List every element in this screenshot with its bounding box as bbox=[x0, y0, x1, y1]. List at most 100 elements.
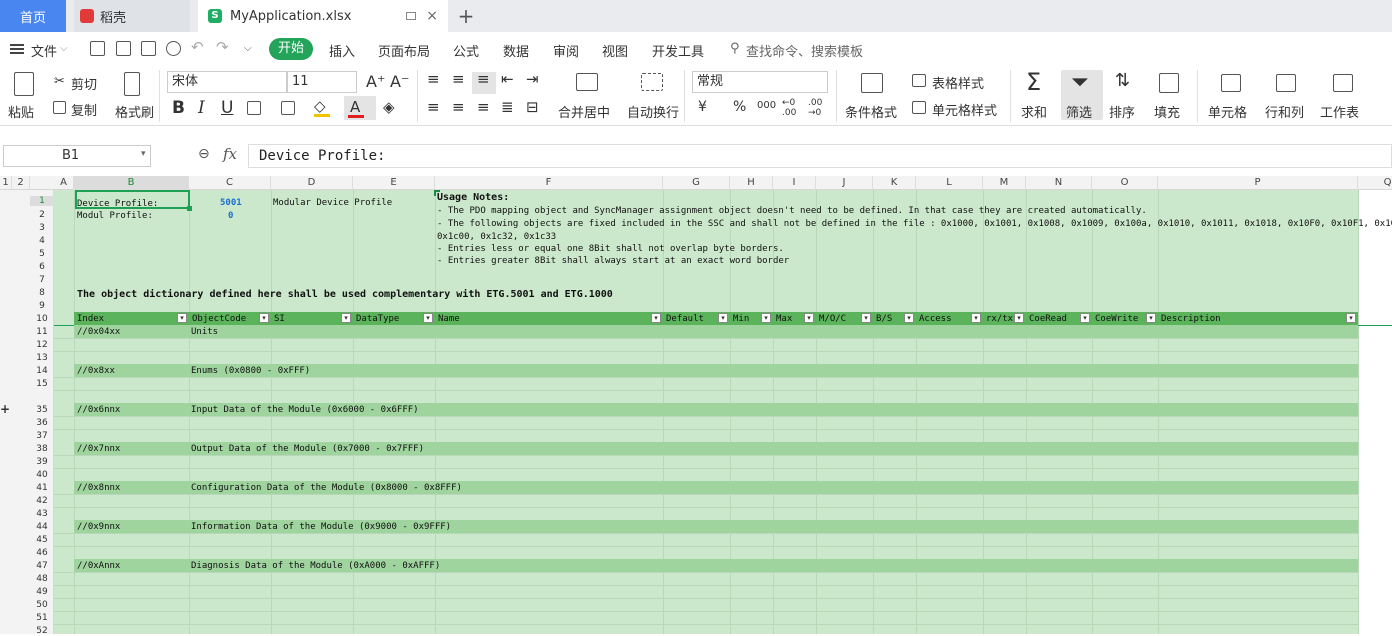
row-header[interactable]: 1 bbox=[30, 196, 54, 206]
quick-access-more-icon[interactable]: ⌵ bbox=[244, 43, 252, 54]
row-header[interactable]: 48 bbox=[30, 574, 54, 584]
sum-icon[interactable]: Σ bbox=[1026, 68, 1041, 96]
font-name-select[interactable]: 宋体 bbox=[167, 71, 287, 93]
sum-button[interactable]: 求和 bbox=[1021, 102, 1047, 121]
section-index[interactable]: //0xAnnx bbox=[77, 561, 120, 571]
row-header[interactable]: 6 bbox=[30, 262, 54, 272]
section-name[interactable]: Output Data of the Module (0x7000 - 0x7F… bbox=[191, 444, 424, 454]
row-header[interactable]: 46 bbox=[30, 548, 54, 558]
row-header[interactable]: 5 bbox=[30, 249, 54, 259]
usage-notes-title[interactable]: Usage Notes: bbox=[437, 192, 509, 203]
align-bottom-icon[interactable]: ≡ bbox=[477, 70, 490, 88]
row-header[interactable]: 39 bbox=[30, 457, 54, 467]
row-header[interactable]: 49 bbox=[30, 587, 54, 597]
sheet-grid[interactable]: Device Profile: 5001 Modular Device Prof… bbox=[54, 190, 1392, 634]
save-icon[interactable] bbox=[90, 41, 105, 56]
row-col-icon[interactable] bbox=[1276, 74, 1296, 92]
align-left-icon[interactable]: ≡ bbox=[427, 98, 440, 116]
merge-center-button[interactable]: 合并居中 bbox=[558, 102, 610, 121]
currency-icon[interactable]: ¥ bbox=[698, 99, 707, 115]
row-header[interactable]: 37 bbox=[30, 431, 54, 441]
number-format-select[interactable]: 常规 bbox=[692, 71, 828, 93]
wrap-text-icon[interactable] bbox=[641, 73, 663, 91]
col-header-l[interactable]: L bbox=[916, 176, 983, 190]
row-header[interactable]: 47 bbox=[30, 561, 54, 571]
paste-button[interactable]: 粘贴 bbox=[8, 102, 34, 121]
filter-dropdown-icon[interactable]: ▾ bbox=[861, 313, 871, 323]
col-header-m[interactable]: M bbox=[983, 176, 1026, 190]
sort-icon[interactable]: ⇅ bbox=[1115, 70, 1130, 91]
col-header-h[interactable]: H bbox=[730, 176, 773, 190]
row-header[interactable]: 45 bbox=[30, 535, 54, 545]
cell-c1[interactable]: 5001 bbox=[220, 198, 242, 208]
row-header[interactable]: 13 bbox=[30, 353, 54, 363]
print-preview-icon[interactable] bbox=[166, 41, 181, 56]
undo-icon[interactable]: ↶ bbox=[191, 38, 204, 56]
add-tab-button[interactable]: + bbox=[456, 4, 476, 28]
header-access[interactable]: Access bbox=[917, 312, 952, 325]
formula-input[interactable]: Device Profile: bbox=[248, 144, 1392, 168]
filter-dropdown-icon[interactable]: ▾ bbox=[1014, 313, 1024, 323]
worksheet-icon[interactable] bbox=[1333, 74, 1353, 92]
hamburger-icon[interactable] bbox=[10, 44, 24, 54]
table-style-icon[interactable] bbox=[912, 74, 926, 87]
empty-column-q[interactable] bbox=[1359, 190, 1392, 634]
usage-note-line[interactable]: - Entries greater 8Bit shall always star… bbox=[437, 256, 789, 266]
increase-indent-icon[interactable]: ⇥ bbox=[526, 70, 539, 88]
format-painter-button[interactable]: 格式刷 bbox=[115, 102, 154, 121]
row-header[interactable]: 41 bbox=[30, 483, 54, 493]
col-header-e[interactable]: E bbox=[353, 176, 435, 190]
section-name[interactable]: Input Data of the Module (0x6000 - 0x6FF… bbox=[191, 405, 419, 415]
export-icon[interactable] bbox=[116, 41, 131, 56]
row-header[interactable]: 3 bbox=[30, 223, 54, 233]
col-header-n[interactable]: N bbox=[1026, 176, 1092, 190]
usage-note-line[interactable]: 0x1c00, 0x1c32, 0x1c33 bbox=[437, 232, 556, 242]
filter-dropdown-icon[interactable]: ▾ bbox=[423, 313, 433, 323]
clear-format-icon[interactable]: ◈ bbox=[383, 98, 395, 116]
menu-start[interactable]: 开始 bbox=[269, 38, 313, 60]
increase-font-icon[interactable]: A⁺ bbox=[366, 72, 385, 91]
align-center-icon[interactable]: ≡ bbox=[452, 98, 465, 116]
col-header-f[interactable]: F bbox=[435, 176, 663, 190]
menu-data[interactable]: 数据 bbox=[503, 41, 529, 60]
redo-icon[interactable]: ↷ bbox=[216, 38, 229, 56]
justify-icon[interactable]: ≣ bbox=[501, 98, 514, 116]
expand-group-icon[interactable]: + bbox=[0, 402, 10, 416]
conditional-format-button[interactable]: 条件格式 bbox=[845, 102, 897, 121]
header-index[interactable]: Index bbox=[75, 312, 104, 325]
name-box[interactable]: B1 bbox=[3, 145, 151, 167]
font-size-select[interactable]: 11 bbox=[287, 71, 357, 93]
font-color-icon[interactable]: A bbox=[350, 98, 360, 116]
cell-c2[interactable]: 0 bbox=[228, 211, 233, 221]
header-min[interactable]: Min bbox=[731, 312, 749, 325]
row-header[interactable]: 4 bbox=[30, 236, 54, 246]
menu-review[interactable]: 审阅 bbox=[553, 41, 579, 60]
close-icon[interactable]: × bbox=[426, 8, 438, 24]
row-header[interactable]: 35 bbox=[30, 405, 54, 415]
row-header[interactable]: 9 bbox=[30, 301, 54, 311]
percent-icon[interactable]: % bbox=[733, 99, 746, 115]
merge-center-icon[interactable] bbox=[576, 73, 598, 91]
fill-icon[interactable] bbox=[1159, 73, 1179, 93]
row-header[interactable]: 50 bbox=[30, 600, 54, 610]
align-top-icon[interactable]: ≡ bbox=[427, 70, 440, 88]
row-header[interactable]: 52 bbox=[30, 626, 54, 636]
decrease-indent-icon[interactable]: ⇤ bbox=[501, 70, 514, 88]
header-default[interactable]: Default bbox=[664, 312, 704, 325]
col-header-q[interactable]: Q bbox=[1358, 176, 1392, 190]
search-icon[interactable]: ⚲ bbox=[730, 41, 740, 56]
menu-file[interactable]: 文件 bbox=[31, 41, 57, 60]
worksheet-button[interactable]: 工作表 bbox=[1320, 102, 1359, 121]
section-name[interactable]: Configuration Data of the Module (0x8000… bbox=[191, 483, 462, 493]
filter-dropdown-icon[interactable]: ▾ bbox=[259, 313, 269, 323]
row-header[interactable]: 12 bbox=[30, 340, 54, 350]
header-coewrite[interactable]: CoeWrite bbox=[1093, 312, 1138, 325]
header-coeread[interactable]: CoeRead bbox=[1027, 312, 1067, 325]
menu-page-layout[interactable]: 页面布局 bbox=[378, 41, 430, 60]
row-header[interactable]: 11 bbox=[30, 327, 54, 337]
cell-style-button[interactable]: 单元格样式 bbox=[932, 100, 997, 119]
cell-b1[interactable]: Device Profile: bbox=[77, 199, 158, 209]
section-name[interactable]: Units bbox=[191, 327, 218, 337]
cut-button[interactable]: 剪切 bbox=[71, 74, 97, 93]
table-style-button[interactable]: 表格样式 bbox=[932, 73, 984, 92]
